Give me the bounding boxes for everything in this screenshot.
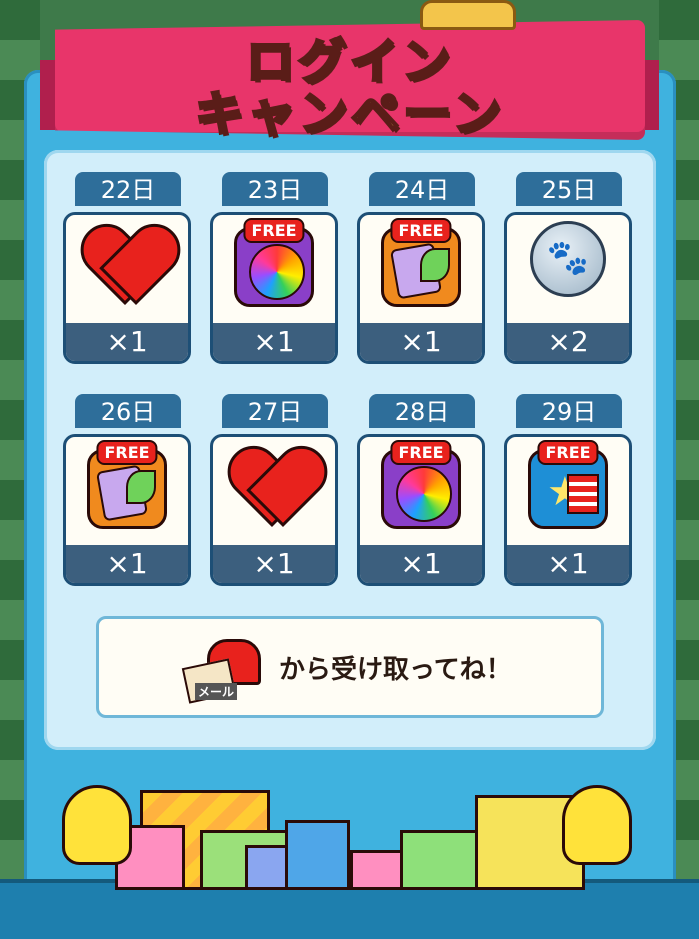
reward-card: FREE ×1 [357, 434, 485, 586]
rainbow-candy-icon: FREE [381, 440, 461, 529]
day-label: 25日 [516, 172, 622, 206]
reward-grid: 22日 ×1 23日 FREE ×1 24日 FREE ×1 25日 🐾 ×2 … [63, 172, 638, 590]
free-badge: FREE [243, 218, 305, 243]
reward-quantity: ×1 [360, 323, 482, 361]
gift-box-icon [285, 820, 350, 890]
candy-pack-icon: FREE [87, 440, 167, 529]
reward-quantity: ×1 [213, 545, 335, 583]
day-label: 28日 [369, 394, 475, 428]
rainbow-candy-icon: FREE [234, 218, 314, 307]
day-label: 24日 [369, 172, 475, 206]
mailbox-icon: メール [181, 633, 261, 705]
reward-day[interactable]: 26日 FREE ×1 [63, 394, 191, 590]
day-label: 22日 [75, 172, 181, 206]
gift-box-icon [245, 845, 290, 890]
reward-card: 🐾 ×2 [504, 212, 632, 364]
gift-box-icon [350, 850, 405, 890]
reward-card: FREE ×1 [63, 434, 191, 586]
title-line-2: キャンペーン [194, 85, 505, 144]
free-badge: FREE [390, 440, 452, 465]
heart-icon [84, 227, 170, 307]
reward-quantity: ×1 [66, 545, 188, 583]
reward-card: ×1 [63, 212, 191, 364]
reward-quantity: ×2 [507, 323, 629, 361]
day-label: 26日 [75, 394, 181, 428]
day-label: 29日 [516, 394, 622, 428]
mail-icon-label: メール [195, 683, 238, 700]
candy-pack-icon: FREE [381, 218, 461, 307]
reward-quantity: ×1 [66, 323, 188, 361]
reward-day[interactable]: 24日 FREE ×1 [357, 172, 485, 368]
free-badge: FREE [96, 440, 158, 465]
reward-day[interactable]: 25日 🐾 ×2 [504, 172, 632, 368]
woodstock-right-icon [562, 785, 632, 865]
reward-day[interactable]: 29日 ★ FREE ×1 [504, 394, 632, 590]
free-badge: FREE [537, 440, 599, 465]
reward-day[interactable]: 28日 FREE ×1 [357, 394, 485, 590]
reward-quantity: ×1 [213, 323, 335, 361]
reward-day[interactable]: 22日 ×1 [63, 172, 191, 368]
reward-quantity: ×1 [507, 545, 629, 583]
reward-day[interactable]: 23日 FREE ×1 [210, 172, 338, 368]
heart-icon [231, 449, 317, 529]
receive-mail-button[interactable]: メール から受け取ってね！ [96, 616, 604, 718]
reward-card: FREE ×1 [210, 212, 338, 364]
reward-card: ★ FREE ×1 [504, 434, 632, 586]
woodstock-left-icon [62, 785, 132, 865]
day-label: 23日 [222, 172, 328, 206]
star-candy-icon: ★ FREE [528, 440, 608, 529]
reward-card: ×1 [210, 434, 338, 586]
day-label: 27日 [222, 394, 328, 428]
gift-box-icon [400, 830, 485, 890]
reward-day[interactable]: 27日 ×1 [210, 394, 338, 590]
reward-card: FREE ×1 [357, 212, 485, 364]
reward-quantity: ×1 [360, 545, 482, 583]
mail-instruction-text: から受け取ってね！ [279, 655, 512, 685]
free-badge: FREE [390, 218, 452, 243]
paw-coin-icon: 🐾 [530, 221, 606, 297]
